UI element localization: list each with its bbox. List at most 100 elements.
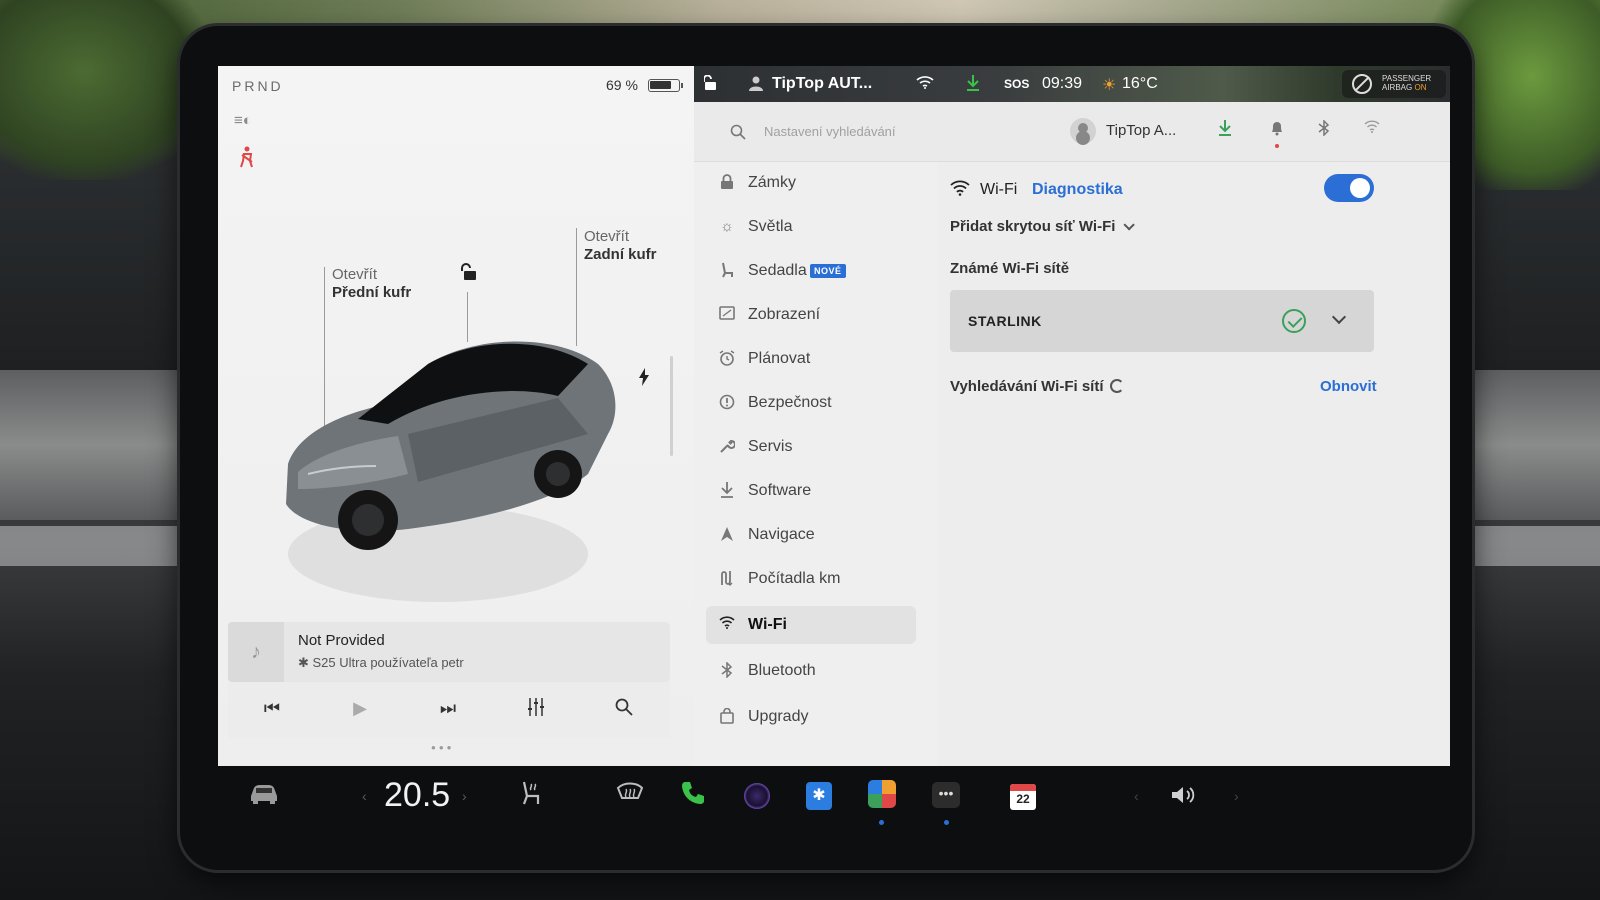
gear-indicator: PRND [232, 78, 284, 94]
camera-icon[interactable] [744, 783, 770, 809]
download-status-icon[interactable] [966, 75, 980, 96]
seatbelt-warning-icon [238, 146, 256, 174]
front-trunk-action: Otevřít [332, 266, 378, 283]
sidebar-item-label: Software [748, 482, 812, 499]
sidebar-item-bluetooth[interactable]: Bluetooth [706, 652, 916, 690]
media-source: ✱ S25 Ultra používateľa petr [298, 655, 464, 671]
notification-dot [1275, 144, 1279, 148]
navigation-arrow-icon [718, 526, 736, 544]
front-trunk-button[interactable]: Otevřít Přední kufr [332, 266, 411, 302]
seat-icon [718, 262, 736, 280]
refresh-button[interactable]: Obnovit [1320, 378, 1377, 395]
sidebar-item-label: Bezpečnost [748, 394, 832, 411]
play-icon[interactable]: ▶ [346, 698, 374, 719]
apps-icon[interactable] [868, 780, 896, 808]
wifi-toggle[interactable] [1324, 174, 1374, 202]
sidebar-item-label: Bluetooth [748, 662, 816, 679]
settings-search-input[interactable]: Nastavení vyhledávání [764, 124, 896, 139]
diagnostics-link[interactable]: Diagnostika [1032, 181, 1123, 199]
sidebar-item-bezpecnost[interactable]: Bezpečnost [706, 384, 916, 422]
sidebar-item-servis[interactable]: Servis [706, 428, 916, 466]
download-icon[interactable] [1218, 120, 1232, 141]
cabin-temperature[interactable]: 20.5 [384, 776, 450, 815]
bottom-dock: ‹ 20.5 › ✱ ••• 22 ‹ › [218, 766, 1450, 838]
sidebar-item-svetla[interactable]: ☼ Světla [706, 208, 916, 246]
temp-increase-icon[interactable]: › [462, 788, 467, 804]
settings-profile-name[interactable]: TipTop A... [1106, 122, 1176, 139]
settings-sidebar: Zámky ☼ Světla Sedadla NOVÉ Zobrazení Pl… [694, 162, 938, 766]
airbag-state: ON [1414, 83, 1427, 92]
media-controls: ⏮ ▶ ⏭ [228, 682, 670, 738]
touchscreen: PRND 69 % ≡◐ Otevřít Přední kufr Otevřít… [218, 66, 1450, 766]
car-icon[interactable] [248, 782, 280, 810]
sidebar-item-label: Plánovat [748, 350, 811, 367]
known-network-row[interactable]: STARLINK [950, 290, 1374, 352]
panel-scrollbar[interactable] [670, 356, 673, 456]
charge-port-icon[interactable] [638, 368, 650, 391]
chevron-down-icon[interactable] [1331, 309, 1347, 325]
sos-indicator: SOS [1004, 77, 1030, 91]
sidebar-item-zamky[interactable]: Zámky [706, 164, 916, 202]
wifi-status-icon [916, 75, 934, 94]
wifi-header-icon-wrap [950, 180, 970, 201]
sidebar-item-planovat[interactable]: Plánovat [706, 340, 916, 378]
profile-icon[interactable] [748, 75, 764, 96]
phone-icon[interactable] [680, 780, 706, 812]
sidebar-item-sedadla[interactable]: Sedadla NOVÉ [706, 252, 916, 290]
temp-decrease-icon[interactable]: ‹ [362, 788, 367, 804]
airbag-label-1: PASSENGER [1382, 74, 1432, 83]
sun-icon: ☼ [720, 218, 734, 235]
more-icon[interactable]: ••• [932, 782, 960, 808]
volume-decrease-icon[interactable]: ‹ [1134, 788, 1139, 804]
car-illustration [286, 341, 616, 602]
volume-icon[interactable] [1170, 784, 1196, 812]
wrench-icon [718, 438, 736, 456]
outside-temperature: 16°C [1122, 75, 1158, 92]
media-source-label: S25 Ultra používateľa petr [312, 655, 464, 670]
previous-track-icon[interactable]: ⏮ [258, 698, 286, 719]
car-panel: PRND 69 % ≡◐ Otevřít Přední kufr Otevřít… [218, 66, 694, 766]
sidebar-item-label: Servis [748, 438, 793, 455]
next-track-icon[interactable]: ⏭ [434, 698, 462, 719]
sun-weather-icon: ☀ [1102, 77, 1117, 94]
sidebar-item-upgrady[interactable]: Upgrady [706, 698, 916, 736]
volume-increase-icon[interactable]: › [1234, 788, 1239, 804]
rear-trunk-button[interactable]: Otevřít Zadní kufr [584, 228, 657, 264]
unlocked-status-icon[interactable] [703, 74, 718, 96]
download-icon [718, 482, 736, 500]
avatar[interactable] [1070, 118, 1096, 144]
add-hidden-network-label: Přidat skrytou síť Wi-Fi [950, 218, 1116, 235]
page-indicator: ●●● [431, 743, 455, 752]
sidebar-item-label: Wi-Fi [748, 616, 787, 633]
unlock-icon[interactable] [460, 262, 480, 282]
sidebar-item-label: Sedadla [748, 262, 807, 279]
sidebar-item-label: Počítadla km [748, 570, 841, 587]
bluetooth-app-icon[interactable]: ✱ [806, 782, 832, 810]
battery-icon [648, 79, 683, 92]
media-player[interactable]: ♪ Not Provided ✱ S25 Ultra používateľa p… [228, 622, 670, 682]
loading-spinner-icon [1109, 379, 1124, 393]
calendar-icon[interactable]: 22 [1010, 784, 1036, 810]
passenger-airbag-indicator: PASSENGER AIRBAG ON [1342, 70, 1446, 98]
add-hidden-network-dropdown[interactable]: Přidat skrytou síť Wi-Fi [950, 218, 1136, 235]
search-icon[interactable] [730, 124, 746, 140]
sidebar-item-pocitadla[interactable]: Počítadla km [706, 560, 916, 598]
sidebar-item-zobrazeni[interactable]: Zobrazení [706, 296, 916, 334]
sidebar-item-software[interactable]: Software [706, 472, 916, 510]
sidebar-item-navigace[interactable]: Navigace [706, 516, 916, 554]
network-name: STARLINK [968, 313, 1042, 329]
clock: 09:39 [1042, 75, 1083, 92]
seat-heater-icon[interactable] [518, 780, 544, 812]
profile-name[interactable]: TipTop AUT... [772, 75, 872, 93]
wifi-header-icon[interactable] [1364, 120, 1380, 138]
chevron-down-icon [1123, 219, 1136, 231]
sidebar-item-wifi[interactable]: Wi-Fi [706, 606, 916, 644]
known-networks-heading: Známé Wi-Fi sítě [950, 260, 1070, 277]
more-active-dot [944, 820, 949, 825]
bluetooth-header-icon[interactable] [1318, 119, 1330, 141]
sidebar-item-label: Navigace [748, 526, 815, 543]
media-search-icon[interactable] [610, 698, 638, 721]
rear-defrost-icon[interactable] [616, 780, 644, 810]
equalizer-icon[interactable] [522, 698, 550, 721]
bell-icon[interactable] [1270, 120, 1284, 141]
